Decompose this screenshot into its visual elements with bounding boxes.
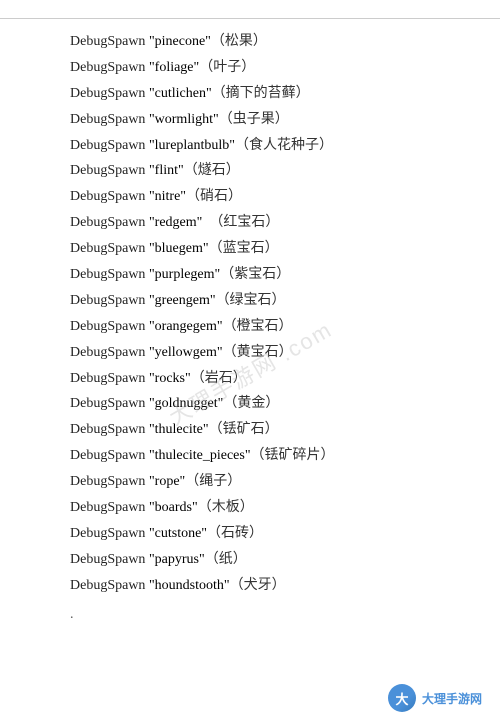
item-prefix: DebugSpawn [70, 319, 149, 334]
item-cn: （石砖） [207, 526, 263, 541]
item-cn: （松果） [211, 34, 267, 49]
item-prefix: DebugSpawn [70, 448, 149, 463]
item-en: "flint" [149, 163, 184, 178]
list-item: DebugSpawn "purplegem"（紫宝石） [70, 262, 440, 288]
list-item: DebugSpawn "rope"（绳子） [70, 469, 440, 495]
item-cn: （铥矿石） [209, 422, 279, 437]
item-en: "nitre" [149, 189, 186, 204]
list-item: DebugSpawn "pinecone"（松果） [70, 29, 440, 55]
item-en: "pinecone" [149, 34, 211, 49]
item-cn: （硝石） [186, 189, 242, 204]
item-en: "greengem" [149, 293, 216, 308]
item-prefix: DebugSpawn [70, 189, 149, 204]
item-cn: （红宝石） [202, 215, 279, 230]
logo-text: 大理手游网 [422, 690, 482, 707]
item-en: "houndstooth" [149, 578, 230, 593]
item-cn: （绳子） [185, 474, 241, 489]
item-cn: （燧石） [184, 163, 240, 178]
item-prefix: DebugSpawn [70, 163, 149, 178]
list-item: DebugSpawn "cutlichen"（摘下的苔藓） [70, 81, 440, 107]
item-en: "redgem" [149, 215, 202, 230]
list-item: DebugSpawn "houndstooth"（犬牙） [70, 573, 440, 599]
item-prefix: DebugSpawn [70, 526, 149, 541]
list-item: DebugSpawn "orangegem"（橙宝石） [70, 314, 440, 340]
item-prefix: DebugSpawn [70, 60, 149, 75]
item-en: "bluegem" [149, 241, 209, 256]
item-cn: （岩石） [191, 371, 247, 386]
list-item: DebugSpawn "papyrus"（纸） [70, 547, 440, 573]
item-cn: （蓝宝石） [209, 241, 279, 256]
item-prefix: DebugSpawn [70, 500, 149, 515]
list-item: DebugSpawn "cutstone"（石砖） [70, 521, 440, 547]
item-cn: （犬牙） [230, 578, 286, 593]
list-item: DebugSpawn "thulecite"（铥矿石） [70, 417, 440, 443]
list-item: DebugSpawn "wormlight"（虫子果） [70, 107, 440, 133]
item-cn: （橙宝石） [223, 319, 293, 334]
item-prefix: DebugSpawn [70, 396, 149, 411]
item-cn: （木板） [198, 500, 254, 515]
item-cn: （摘下的苔藓） [212, 86, 310, 101]
list-item: DebugSpawn "greengem"（绿宝石） [70, 288, 440, 314]
list-item: DebugSpawn "bluegem"（蓝宝石） [70, 236, 440, 262]
item-prefix: DebugSpawn [70, 86, 149, 101]
item-en: "rope" [149, 474, 185, 489]
item-en: "boards" [149, 500, 198, 515]
item-cn: （紫宝石） [220, 267, 290, 282]
item-prefix: DebugSpawn [70, 474, 149, 489]
item-en: "cutstone" [149, 526, 207, 541]
list-item: DebugSpawn "yellowgem"（黄宝石） [70, 340, 440, 366]
item-cn: （食人花种子） [235, 138, 333, 153]
item-prefix: DebugSpawn [70, 241, 149, 256]
item-en: "rocks" [149, 371, 191, 386]
item-en: "foliage" [149, 60, 199, 75]
item-prefix: DebugSpawn [70, 578, 149, 593]
item-en: "thulecite_pieces" [149, 448, 251, 463]
item-en: "papyrus" [149, 552, 205, 567]
list-item: DebugSpawn "thulecite_pieces"（铥矿碎片） [70, 443, 440, 469]
list-item: DebugSpawn "nitre"（硝石） [70, 184, 440, 210]
item-prefix: DebugSpawn [70, 345, 149, 360]
item-en: "orangegem" [149, 319, 223, 334]
item-cn: （叶子） [199, 60, 255, 75]
item-en: "goldnugget" [149, 396, 223, 411]
item-cn: （虫子果） [219, 112, 289, 127]
item-en: "wormlight" [149, 112, 219, 127]
bottom-dot: . [0, 607, 500, 623]
top-divider [0, 18, 500, 19]
item-cn: （黄宝石） [223, 345, 293, 360]
list-item: DebugSpawn "boards"（木板） [70, 495, 440, 521]
item-prefix: DebugSpawn [70, 267, 149, 282]
item-en: "purplegem" [149, 267, 220, 282]
item-cn: （绿宝石） [216, 293, 286, 308]
item-prefix: DebugSpawn [70, 422, 149, 437]
item-prefix: DebugSpawn [70, 112, 149, 127]
list-item: DebugSpawn "foliage"（叶子） [70, 55, 440, 81]
item-prefix: DebugSpawn [70, 552, 149, 567]
list-item: DebugSpawn "rocks"（岩石） [70, 366, 440, 392]
item-cn: （铥矿碎片） [251, 448, 335, 463]
list-item: DebugSpawn "flint"（燧石） [70, 158, 440, 184]
item-en: "cutlichen" [149, 86, 212, 101]
item-prefix: DebugSpawn [70, 138, 149, 153]
list-item: DebugSpawn "redgem" （红宝石） [70, 210, 440, 236]
content-area: DebugSpawn "pinecone"（松果）DebugSpawn "fol… [0, 29, 500, 599]
item-en: "thulecite" [149, 422, 209, 437]
item-prefix: DebugSpawn [70, 371, 149, 386]
list-item: DebugSpawn "goldnugget"（黄金） [70, 391, 440, 417]
item-prefix: DebugSpawn [70, 293, 149, 308]
item-en: "lureplantbulb" [149, 138, 235, 153]
item-prefix: DebugSpawn [70, 34, 149, 49]
item-cn: （黄金） [223, 396, 279, 411]
item-cn: （纸） [205, 552, 247, 567]
list-item: DebugSpawn "lureplantbulb"（食人花种子） [70, 133, 440, 159]
item-en: "yellowgem" [149, 345, 223, 360]
item-prefix: DebugSpawn [70, 215, 149, 230]
